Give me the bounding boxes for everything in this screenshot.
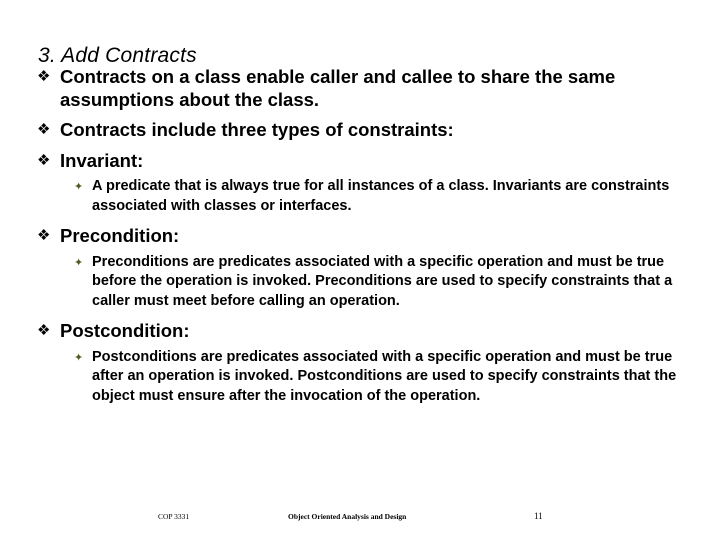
bullet-item-three-types: ❖ Contracts include three types of const…: [34, 119, 686, 142]
diamond-bullet-icon: ❖: [37, 151, 51, 169]
bullet-text: Contracts on a class enable caller and c…: [60, 66, 616, 110]
page-title: 3. Add Contracts: [38, 44, 197, 68]
bullet-item-invariant: ❖ Invariant:: [34, 150, 686, 173]
bullet-text: Precondition:: [60, 225, 180, 246]
bullet-text: Invariant:: [60, 149, 144, 171]
slide-body: ❖ Contracts on a class enable caller and…: [34, 66, 686, 415]
bullet-text: Postcondition:: [60, 320, 190, 341]
star-bullet-icon: ✦: [74, 351, 84, 364]
sub-bullet-text: A predicate that is always true for all …: [92, 178, 670, 214]
sub-bullet-text: Postconditions are predicates associated…: [92, 348, 677, 404]
slide-footer: COP 3331 Object Oriented Analysis and De…: [0, 511, 720, 528]
star-bullet-icon: ✦: [74, 256, 84, 269]
sub-bullet-item-invariant-definition: ✦ A predicate that is always true for al…: [34, 177, 686, 216]
footer-course-title: Object Oriented Analysis and Design: [288, 512, 407, 521]
sub-bullet-item-precondition-definition: ✦ Preconditions are predicates associate…: [34, 253, 686, 312]
diamond-bullet-icon: ❖: [37, 322, 51, 339]
footer-course-code: COP 3331: [158, 512, 190, 521]
sub-bullet-item-postcondition-definition: ✦ Postconditions are predicates associat…: [34, 348, 686, 407]
footer-page-number: 11: [534, 511, 543, 521]
sub-bullet-text: Preconditions are predicates associated …: [92, 253, 673, 309]
slide: 3. Add Contracts ❖ Contracts on a class …: [0, 0, 720, 540]
diamond-bullet-icon: ❖: [37, 121, 51, 138]
bullet-item-postcondition: ❖ Postcondition:: [34, 320, 686, 343]
bullet-text: Contracts include three types of constra…: [60, 119, 454, 140]
diamond-bullet-icon: ❖: [37, 68, 51, 85]
bullet-item-contracts-share: ❖ Contracts on a class enable caller and…: [34, 66, 686, 111]
star-bullet-icon: ✦: [74, 181, 84, 193]
diamond-bullet-icon: ❖: [37, 227, 51, 244]
bullet-item-precondition: ❖ Precondition:: [34, 225, 686, 248]
